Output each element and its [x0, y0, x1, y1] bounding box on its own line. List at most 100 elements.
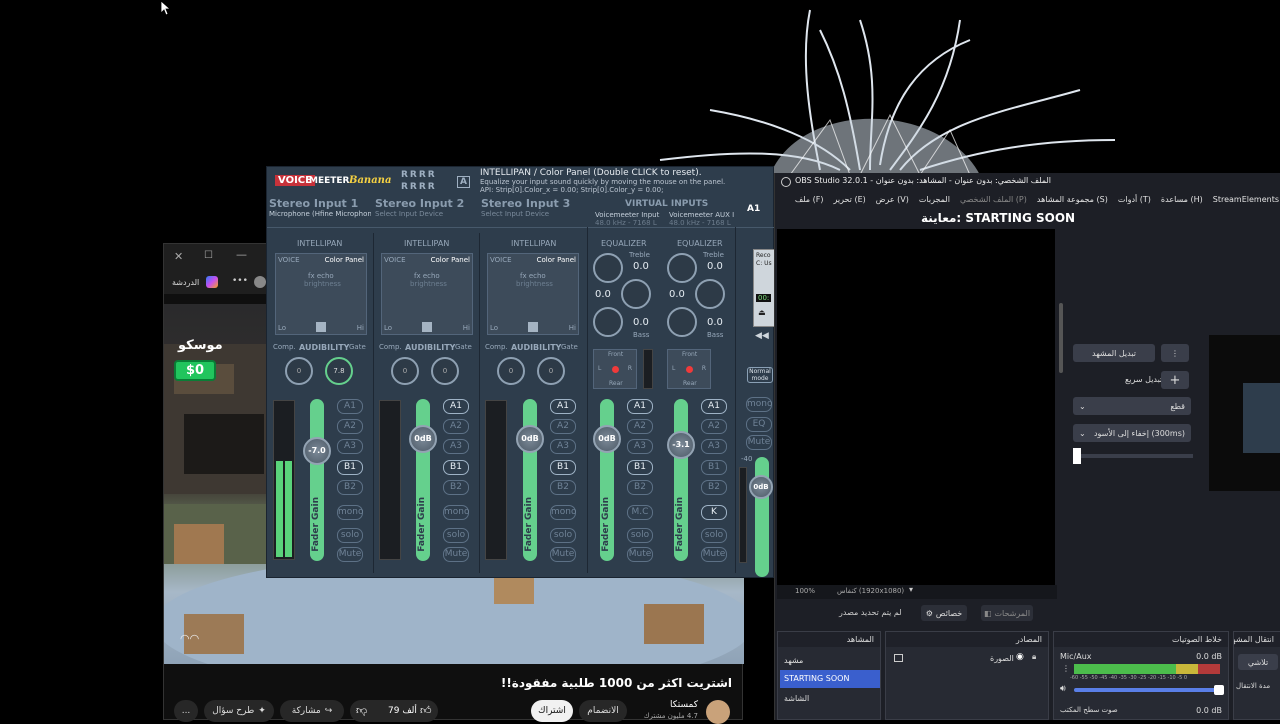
- tbar-handle[interactable]: [1073, 448, 1081, 464]
- mono-button[interactable]: mono: [550, 505, 576, 520]
- surround-panel[interactable]: Front L R Rear: [667, 349, 711, 389]
- menu-view[interactable]: عرض (V): [876, 195, 909, 207]
- b1-button[interactable]: B1: [443, 460, 469, 475]
- fade-dropdown[interactable]: ⌄ إخفاء إلى الأسود (300ms): [1073, 424, 1191, 442]
- mc-button[interactable]: M.C: [627, 505, 653, 520]
- treble-knob[interactable]: [593, 253, 623, 283]
- surround-panel[interactable]: Front L R Rear: [593, 349, 637, 389]
- preview-scrollbar[interactable]: [1059, 303, 1063, 373]
- a1-button[interactable]: A1: [701, 399, 727, 414]
- zoom-chevron-icon[interactable]: ▾: [909, 585, 913, 594]
- mono-button[interactable]: mono: [443, 505, 469, 520]
- a2-button[interactable]: A2: [443, 419, 469, 434]
- mute-button[interactable]: Mute: [443, 547, 469, 562]
- solo-button[interactable]: solo: [627, 528, 653, 543]
- strip-header-1[interactable]: Stereo Input 1 Microphone (Hfine Microph…: [269, 197, 371, 218]
- bus-fader-knob[interactable]: 0dB: [749, 475, 773, 499]
- b2-button[interactable]: B2: [550, 480, 576, 495]
- intellipan-panel[interactable]: VOICE Color Panel fx echo brightness Lo …: [275, 253, 367, 335]
- normal-mode-button[interactable]: Normal mode: [747, 367, 773, 383]
- comp-knob[interactable]: 0: [391, 357, 419, 385]
- mute-button[interactable]: Mute: [550, 547, 576, 562]
- b2-button[interactable]: B2: [627, 480, 653, 495]
- virtual-input-name[interactable]: Voicemeeter Input: [595, 211, 659, 219]
- gate-knob[interactable]: 7.8: [325, 357, 353, 385]
- rewind-icon[interactable]: ◀◀: [755, 331, 769, 341]
- intellipan-panel[interactable]: VOICE Color Panel fx echo brightness Lo …: [487, 253, 579, 335]
- tbar-track[interactable]: [1073, 454, 1193, 458]
- mic-volume-handle[interactable]: [1214, 685, 1224, 695]
- zoom-level[interactable]: 100%: [795, 587, 815, 595]
- bus-mono-button[interactable]: mono: [746, 397, 772, 412]
- a3-button[interactable]: A3: [627, 439, 653, 454]
- profile-avatar[interactable]: [254, 276, 266, 288]
- mute-button[interactable]: Mute: [337, 547, 363, 562]
- scene-item-selected[interactable]: STARTING SOON: [780, 670, 880, 688]
- menu-streamelements[interactable]: StreamElements: [1213, 195, 1279, 207]
- ask-button[interactable]: طرح سؤال ✦: [204, 700, 274, 722]
- minimize-icon[interactable]: —: [236, 248, 247, 261]
- more-actions-button[interactable]: ...: [174, 700, 198, 722]
- pan-handle[interactable]: [316, 322, 326, 332]
- a2-button[interactable]: A2: [701, 419, 727, 434]
- transition-menu-icon[interactable]: ⋮: [1161, 344, 1189, 362]
- b1-button[interactable]: B1: [550, 460, 576, 475]
- scene-item[interactable]: مشهد: [784, 656, 803, 665]
- a2-button[interactable]: A2: [550, 419, 576, 434]
- solo-button[interactable]: solo: [443, 528, 469, 543]
- menu-profile[interactable]: الملف الشخصي (P): [960, 195, 1027, 207]
- k-button[interactable]: K: [701, 505, 727, 520]
- a2-button[interactable]: A2: [337, 419, 363, 434]
- mute-button[interactable]: Mute: [701, 547, 727, 562]
- bass-knob[interactable]: [667, 307, 697, 337]
- b1-button[interactable]: B1: [701, 460, 727, 475]
- gate-knob[interactable]: 0: [431, 357, 459, 385]
- a3-button[interactable]: A3: [443, 439, 469, 454]
- a1-button[interactable]: A1: [550, 399, 576, 414]
- menu-file[interactable]: ملف (F): [795, 195, 824, 207]
- comp-knob[interactable]: 0: [497, 357, 525, 385]
- treble-knob[interactable]: [667, 253, 697, 283]
- menu-docks[interactable]: المجربات: [919, 195, 950, 207]
- close-icon[interactable]: ✕: [174, 250, 183, 263]
- mid-knob[interactable]: [621, 279, 651, 309]
- surround-dot[interactable]: [686, 366, 693, 373]
- channel-name[interactable]: كمستكا: [670, 700, 698, 710]
- bass-knob[interactable]: [593, 307, 623, 337]
- pan-handle[interactable]: [528, 322, 538, 332]
- source-item[interactable]: الصورة: [990, 654, 1014, 663]
- b2-button[interactable]: B2: [701, 480, 727, 495]
- add-quick-transition-icon[interactable]: +: [1161, 371, 1189, 389]
- share-button[interactable]: مشاركة ↪: [280, 700, 344, 722]
- subscribe-button[interactable]: اشتراك: [531, 700, 573, 722]
- menu-help[interactable]: مساعدة (H): [1161, 195, 1203, 207]
- menu-edit[interactable]: تحرير (E): [833, 195, 865, 207]
- fader-knob[interactable]: 0dB: [409, 425, 437, 453]
- fader-knob[interactable]: -3.1: [667, 431, 695, 459]
- mute-button[interactable]: Mute: [627, 547, 653, 562]
- scene-transition-button[interactable]: تبديل المشهد: [1073, 344, 1155, 362]
- speaker-icon[interactable]: 🔊︎: [1060, 684, 1066, 694]
- chat-label[interactable]: الدردشة: [172, 278, 199, 287]
- pan-handle[interactable]: [422, 322, 432, 332]
- solo-button[interactable]: solo: [337, 528, 363, 543]
- fader-knob[interactable]: -7.0: [303, 437, 331, 465]
- a1-button[interactable]: A1: [627, 399, 653, 414]
- fader-knob[interactable]: 0dB: [516, 425, 544, 453]
- virtual-aux-name[interactable]: Voicemeeter AUX I: [669, 211, 734, 219]
- scene-item[interactable]: الشاشة: [784, 694, 809, 703]
- filters-button[interactable]: ◧ المرشحات: [981, 605, 1033, 621]
- preview-canvas[interactable]: [777, 229, 1055, 585]
- b2-button[interactable]: B2: [337, 480, 363, 495]
- surround-dot[interactable]: [612, 366, 619, 373]
- channel-avatar[interactable]: [706, 700, 730, 724]
- solo-button[interactable]: solo: [701, 528, 727, 543]
- menu-scene-collection[interactable]: مجموعة المشاهد (S): [1037, 195, 1108, 207]
- thumbs-up-icon[interactable]: 👍︎: [420, 704, 432, 717]
- bus-mute-button[interactable]: Mute: [746, 435, 772, 450]
- a2-button[interactable]: A2: [627, 419, 653, 434]
- a3-button[interactable]: A3: [701, 439, 727, 454]
- mic-settings-icon[interactable]: ⋮: [1062, 664, 1070, 673]
- more-menu-icon[interactable]: •••: [232, 276, 248, 286]
- a3-button[interactable]: A3: [337, 439, 363, 454]
